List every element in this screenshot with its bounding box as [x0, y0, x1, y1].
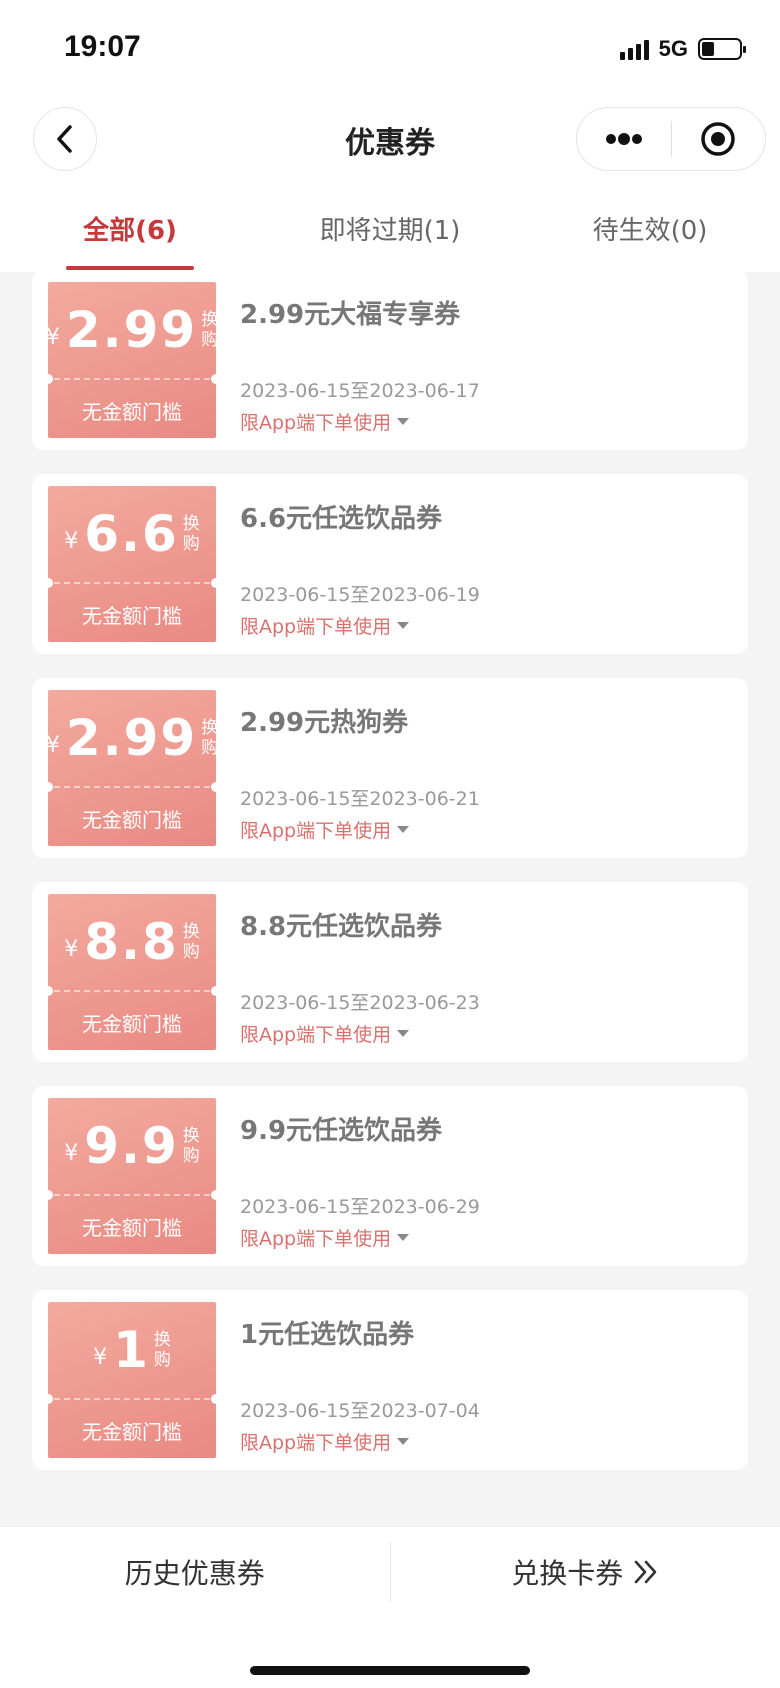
coupon-card[interactable]: ¥ 1 换购 无金额门槛 1元任选饮品券 2023-06-15至2023-07-… [32, 1290, 748, 1470]
coupon-type-tag: 换购 [201, 718, 216, 758]
bottom-action-bar: 历史优惠券 兑换卡券 [0, 1526, 780, 1616]
caret-down-icon [397, 826, 410, 833]
coupon-usage-limit[interactable]: 限App端下单使用 [240, 1020, 410, 1047]
currency-symbol: ¥ [64, 528, 79, 554]
currency-symbol: ¥ [64, 936, 79, 962]
coupon-validity: 2023-06-15至2023-06-21 [240, 788, 480, 810]
target-close-icon [701, 122, 735, 156]
coupon-type-tag: 换购 [182, 922, 200, 962]
usage-limit-label: 限App端下单使用 [240, 1024, 392, 1046]
status-time: 19:07 [64, 30, 141, 63]
coupon-type-tag: 换购 [201, 310, 216, 350]
caret-down-icon [397, 418, 410, 425]
coupon-stub: ¥ 6.6 换购 无金额门槛 [48, 486, 216, 642]
signal-icon [619, 38, 649, 60]
coupon-amount: 8.8 [84, 913, 179, 971]
coupon-validity: 2023-06-15至2023-06-23 [240, 992, 480, 1014]
coupon-card[interactable]: ¥ 6.6 换购 无金额门槛 6.6元任选饮品券 2023-06-15至2023… [32, 474, 748, 654]
caret-down-icon [397, 1030, 410, 1037]
tab-all[interactable]: 全部(6) [0, 190, 260, 272]
more-dots-icon [605, 133, 642, 145]
coupon-title: 9.9元任选饮品券 [240, 1116, 443, 1146]
coupon-stub: ¥ 1 换购 无金额门槛 [48, 1302, 216, 1458]
coupon-stub: ¥ 9.9 换购 无金额门槛 [48, 1098, 216, 1254]
tab-pending[interactable]: 待生效(0) [520, 190, 780, 272]
coupon-validity: 2023-06-15至2023-06-29 [240, 1196, 480, 1218]
coupon-threshold: 无金额门槛 [82, 1011, 182, 1036]
tab-expiring[interactable]: 即将过期(1) [260, 190, 520, 272]
exchange-coupon-button[interactable]: 兑换卡券 [391, 1527, 780, 1616]
coupon-amount: 1 [113, 1321, 150, 1379]
currency-symbol: ¥ [48, 732, 60, 758]
coupon-usage-limit[interactable]: 限App端下单使用 [240, 1428, 410, 1455]
caret-down-icon [397, 622, 410, 629]
coupon-title: 8.8元任选饮品券 [240, 912, 443, 942]
coupon-usage-limit[interactable]: 限App端下单使用 [240, 408, 410, 435]
coupon-card[interactable]: ¥ 2.99 换购 无金额门槛 2.99元大福专享券 2023-06-15至20… [32, 272, 748, 450]
coupon-threshold: 无金额门槛 [82, 1419, 182, 1444]
currency-symbol: ¥ [64, 1140, 79, 1166]
coupon-validity: 2023-06-15至2023-06-17 [240, 380, 480, 402]
coupon-validity: 2023-06-15至2023-06-19 [240, 584, 480, 606]
tab-expiring-label: 即将过期(1) [319, 216, 461, 246]
coupon-usage-limit[interactable]: 限App端下单使用 [240, 1224, 410, 1251]
coupon-threshold: 无金额门槛 [82, 603, 182, 628]
coupon-stub: ¥ 2.99 换购 无金额门槛 [48, 282, 216, 438]
coupon-stub: ¥ 2.99 换购 无金额门槛 [48, 690, 216, 846]
coupon-card[interactable]: ¥ 2.99 换购 无金额门槛 2.99元热狗券 2023-06-15至2023… [32, 678, 748, 858]
coupon-card[interactable]: ¥ 8.8 换购 无金额门槛 8.8元任选饮品券 2023-06-15至2023… [32, 882, 748, 1062]
battery-icon [698, 38, 746, 60]
home-indicator [250, 1666, 530, 1675]
coupon-card[interactable]: ¥ 9.9 换购 无金额门槛 9.9元任选饮品券 2023-06-15至2023… [32, 1086, 748, 1266]
coupon-title: 2.99元热狗券 [240, 708, 409, 738]
double-chevron-right-icon [634, 1560, 657, 1583]
coupon-title: 1元任选饮品券 [240, 1320, 415, 1350]
caret-down-icon [397, 1438, 410, 1445]
history-coupons-label: 历史优惠券 [124, 1556, 265, 1590]
coupon-threshold: 无金额门槛 [82, 1215, 182, 1240]
coupon-type-tag: 换购 [182, 514, 200, 554]
coupon-amount: 2.99 [65, 301, 198, 359]
tab-all-label: 全部(6) [83, 216, 177, 246]
history-coupons-button[interactable]: 历史优惠券 [0, 1527, 390, 1616]
coupon-threshold: 无金额门槛 [82, 399, 182, 424]
coupon-usage-limit[interactable]: 限App端下单使用 [240, 612, 410, 639]
coupon-type-tag: 换购 [182, 1126, 200, 1166]
tab-pending-label: 待生效(0) [592, 216, 708, 246]
status-bar: 19:07 5G [0, 0, 780, 100]
usage-limit-label: 限App端下单使用 [240, 412, 392, 434]
tab-active-underline [66, 266, 194, 270]
coupon-type-tag: 换购 [153, 1330, 171, 1370]
coupon-title: 6.6元任选饮品券 [240, 504, 443, 534]
coupon-usage-limit[interactable]: 限App端下单使用 [240, 816, 410, 843]
coupon-validity: 2023-06-15至2023-07-04 [240, 1400, 480, 1422]
coupon-tabs: 全部(6) 即将过期(1) 待生效(0) [0, 190, 780, 272]
usage-limit-label: 限App端下单使用 [240, 1432, 392, 1454]
exchange-coupon-label: 兑换卡券 [511, 1556, 624, 1590]
nav-bar: 优惠券 [0, 100, 780, 190]
coupon-amount: 2.99 [65, 709, 198, 767]
caret-down-icon [397, 1234, 410, 1241]
usage-limit-label: 限App端下单使用 [240, 820, 392, 842]
mini-program-capsule [576, 107, 766, 171]
coupon-list: ¥ 2.99 换购 无金额门槛 2.99元大福专享券 2023-06-15至20… [32, 272, 748, 1472]
coupon-amount: 6.6 [84, 505, 179, 563]
network-label: 5G [658, 36, 688, 61]
currency-symbol: ¥ [93, 1344, 108, 1370]
coupon-stub: ¥ 8.8 换购 无金额门槛 [48, 894, 216, 1050]
usage-limit-label: 限App端下单使用 [240, 616, 392, 638]
status-indicators: 5G [619, 36, 746, 62]
coupon-amount: 9.9 [84, 1117, 179, 1175]
coupon-title: 2.99元大福专享券 [240, 300, 461, 330]
usage-limit-label: 限App端下单使用 [240, 1228, 392, 1250]
currency-symbol: ¥ [48, 324, 60, 350]
coupon-threshold: 无金额门槛 [82, 807, 182, 832]
close-button[interactable] [672, 108, 766, 170]
more-button[interactable] [577, 108, 671, 170]
home-indicator-area [0, 1616, 780, 1688]
